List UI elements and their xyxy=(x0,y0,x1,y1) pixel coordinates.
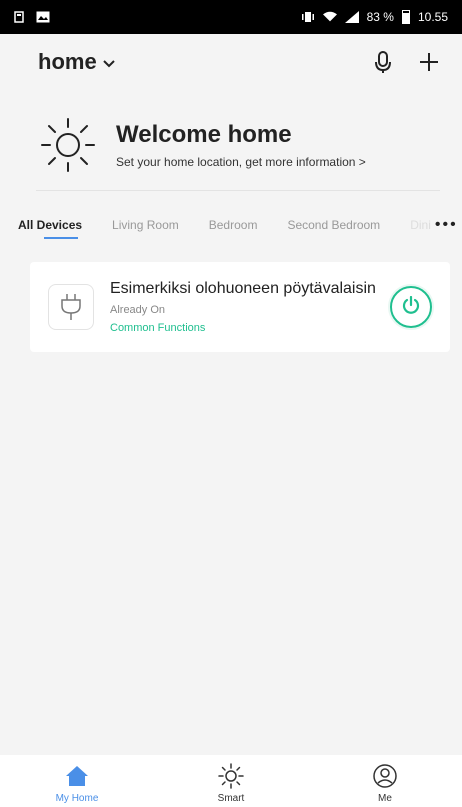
divider xyxy=(36,190,440,191)
sun-icon xyxy=(218,762,244,789)
vibrate-icon xyxy=(301,10,315,24)
battery-percent: 83 % xyxy=(366,10,394,24)
tab-living-room[interactable]: Living Room xyxy=(112,218,179,232)
sun-icon xyxy=(38,115,98,175)
device-info: Esimerkiksi olohuoneen pöytävalaisin Alr… xyxy=(110,280,390,334)
welcome-subtitle[interactable]: Set your home location, get more informa… xyxy=(116,155,366,169)
active-tab-indicator xyxy=(44,237,78,239)
more-dots-icon[interactable]: ••• xyxy=(435,216,458,234)
nav-label: My Home xyxy=(55,792,99,804)
signal-icon xyxy=(344,10,359,24)
notification-icon xyxy=(12,10,26,24)
nav-smart[interactable]: Smart xyxy=(181,759,281,807)
device-card[interactable]: Esimerkiksi olohuoneen pöytävalaisin Alr… xyxy=(30,262,450,352)
device-status: Already On xyxy=(110,304,166,316)
nav-label: Smart xyxy=(217,792,245,804)
microphone-icon[interactable] xyxy=(372,51,394,73)
image-icon xyxy=(36,10,50,24)
header: home xyxy=(0,34,462,90)
room-tabs: All Devices Living Room Bedroom Second B… xyxy=(18,205,456,245)
power-icon xyxy=(402,295,420,319)
tab-bedroom[interactable]: Bedroom xyxy=(209,218,258,232)
nav-me[interactable]: Me xyxy=(335,759,435,807)
tab-second-bedroom[interactable]: Second Bedroom xyxy=(287,218,380,232)
bottom-navigation: My Home Smart Me xyxy=(0,755,462,807)
header-actions xyxy=(372,51,440,73)
home-selector[interactable]: home xyxy=(38,49,115,75)
battery-icon xyxy=(401,10,410,24)
user-icon xyxy=(372,763,398,789)
power-button[interactable] xyxy=(390,286,432,328)
common-functions-link[interactable]: Common Functions xyxy=(110,322,390,334)
chevron-down-icon xyxy=(102,55,115,71)
plus-icon[interactable] xyxy=(418,51,440,73)
tab-all-devices[interactable]: All Devices xyxy=(18,218,82,232)
welcome-title: Welcome home xyxy=(116,121,292,148)
clock: 10.55 xyxy=(417,10,448,24)
welcome-section[interactable]: Welcome home Set your home location, get… xyxy=(38,100,438,190)
status-left xyxy=(12,10,50,24)
welcome-text: Welcome home Set your home location, get… xyxy=(116,121,366,169)
plug-icon xyxy=(48,284,94,330)
nav-label: Me xyxy=(378,792,392,804)
tab-dining[interactable]: Dini xyxy=(410,218,431,232)
wifi-icon xyxy=(322,10,337,24)
status-right: 83 % 10.55 xyxy=(301,10,448,24)
home-label: home xyxy=(38,49,97,74)
status-bar: 83 % 10.55 xyxy=(0,0,462,34)
home-icon xyxy=(64,763,90,789)
nav-my-home[interactable]: My Home xyxy=(27,759,127,807)
device-name: Esimerkiksi olohuoneen pöytävalaisin xyxy=(110,280,376,297)
